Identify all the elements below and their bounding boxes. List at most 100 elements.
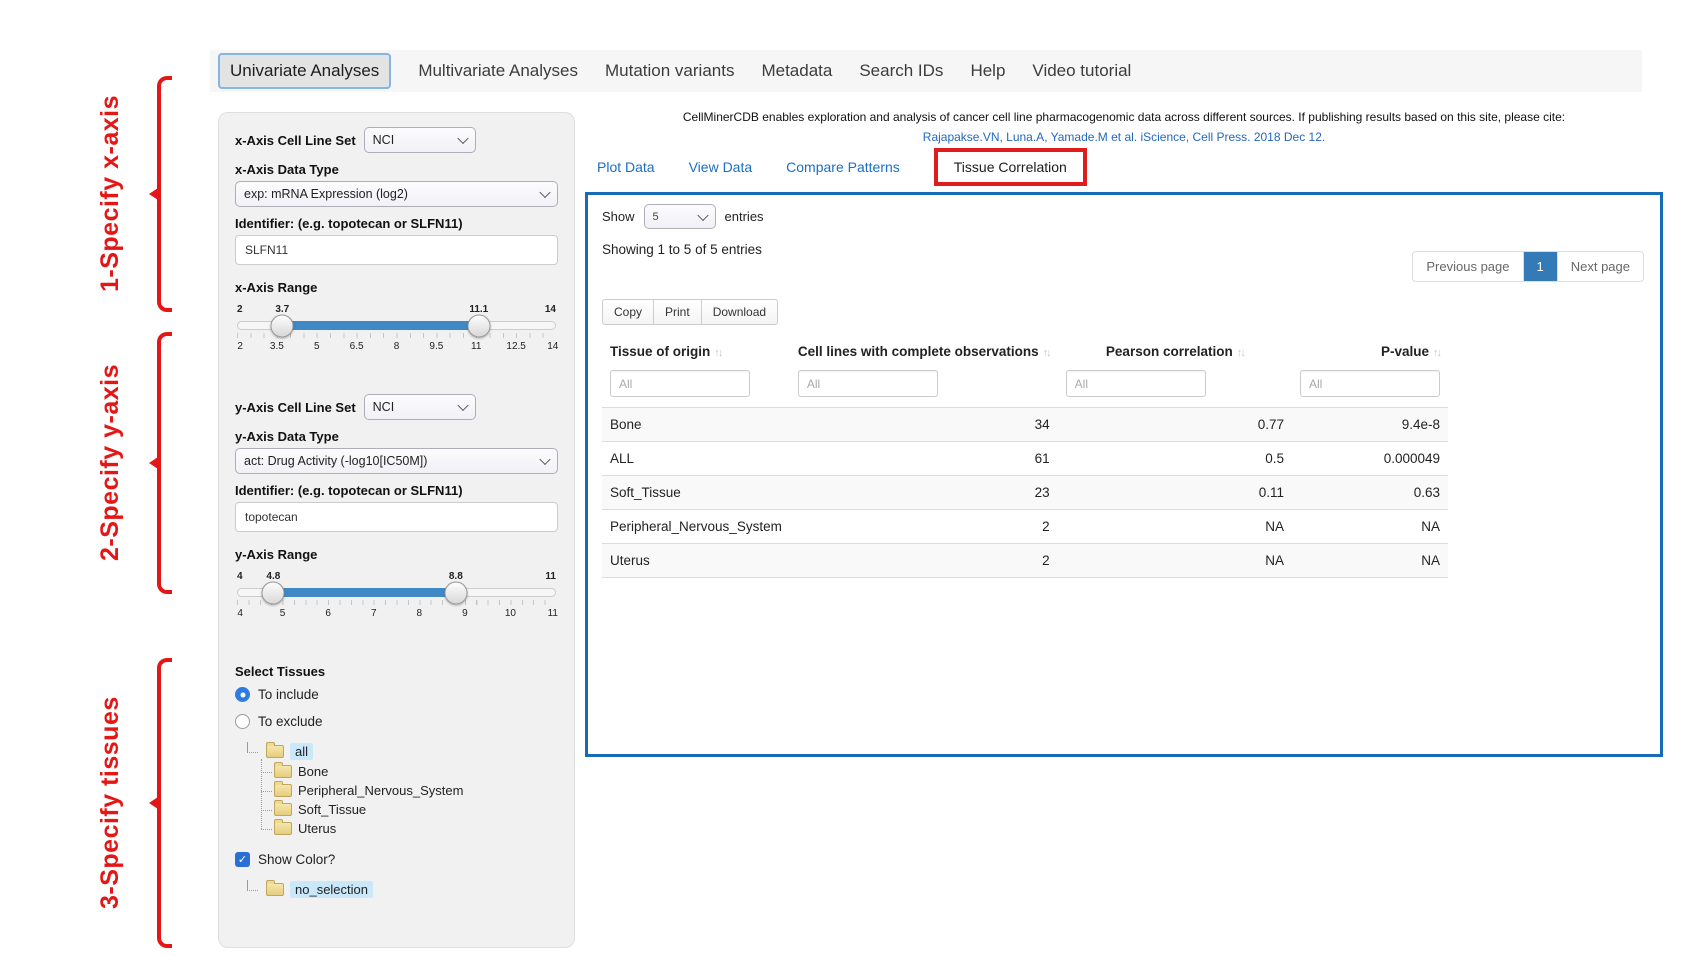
tree-node-soft-tissue[interactable]: Soft_Tissue (274, 800, 558, 819)
tree-node-soft-tissue-label: Soft_Tissue (298, 802, 366, 817)
y-axis-range-slider[interactable]: 4 4.8 8.8 11 4 5 6 7 8 9 10 11 (237, 588, 556, 597)
to-include-option[interactable]: To include (235, 687, 558, 702)
annotation-step2-label: 2-Specify y-axis (96, 332, 136, 594)
col-header-label: Pearson correlation (1106, 344, 1233, 359)
filter-tissue-input[interactable] (610, 370, 750, 397)
col-header-cell-lines[interactable]: Cell lines with complete observations (790, 335, 1058, 368)
x-axis-identifier-label: Identifier: (e.g. topotecan or SLFN11) (235, 216, 558, 231)
citation-link[interactable]: Rajapakse.VN, Luna.A, Yamade.M et al. iS… (585, 130, 1663, 144)
tab-tissue-correlation[interactable]: Tissue Correlation (934, 148, 1087, 186)
slider-ticks (237, 600, 556, 605)
slider-handle-low[interactable] (262, 581, 285, 604)
slider-handle-high[interactable] (467, 314, 490, 337)
y-axis-identifier-input[interactable] (235, 502, 558, 532)
slider-handle-high[interactable] (444, 581, 467, 604)
x-axis-identifier-input[interactable] (235, 235, 558, 265)
table-row[interactable]: Uterus 2 NA NA (602, 544, 1448, 578)
settings-sidebar: x-Axis Cell Line Set NCI x-Axis Data Typ… (218, 112, 575, 948)
y-axis-data-type-select[interactable]: act: Drug Activity (-log10[IC50M]) (235, 448, 558, 474)
page-1-button[interactable]: 1 (1523, 252, 1557, 281)
tree-node-no-selection[interactable]: no_selection (247, 879, 558, 900)
cell-count: 34 (790, 408, 1058, 442)
tick-label: 14 (547, 341, 558, 352)
cell-pearson: 0.11 (1058, 476, 1292, 510)
tree-node-uterus-label: Uterus (298, 821, 336, 836)
to-exclude-option[interactable]: To exclude (235, 714, 558, 729)
folder-icon (274, 765, 292, 778)
filter-pearson-input[interactable] (1066, 370, 1206, 397)
cell-count: 23 (790, 476, 1058, 510)
x-axis-cell-line-set-select[interactable]: NCI (364, 127, 476, 153)
filter-p-value-input[interactable] (1300, 370, 1440, 397)
tab-plot-data[interactable]: Plot Data (597, 159, 655, 175)
tree-node-bone-label: Bone (298, 764, 328, 779)
slider-handle-low[interactable] (271, 314, 294, 337)
chevron-down-icon (539, 187, 550, 198)
tree-node-all[interactable]: all (247, 741, 558, 762)
tree-node-peripheral-nervous-system[interactable]: Peripheral_Nervous_System (274, 781, 558, 800)
nav-tab-metadata[interactable]: Metadata (761, 61, 832, 81)
tick-label: 11 (548, 608, 558, 619)
entries-count-value: 5 (653, 211, 659, 223)
nav-tab-multivariate-analyses[interactable]: Multivariate Analyses (418, 61, 578, 81)
tick-label: 6.5 (350, 341, 364, 352)
col-header-pearson-correlation[interactable]: Pearson correlation (1058, 335, 1292, 368)
table-row[interactable]: Peripheral_Nervous_System 2 NA NA (602, 510, 1448, 544)
selection-tree: no_selection (247, 879, 558, 900)
folder-icon (266, 745, 284, 758)
nav-tab-mutation-variants[interactable]: Mutation variants (605, 61, 734, 81)
sort-icon[interactable] (1433, 347, 1440, 359)
tree-node-bone[interactable]: Bone (274, 762, 558, 781)
radio-unchecked-icon[interactable] (235, 714, 250, 729)
annotation-step1-brace (157, 76, 172, 312)
nav-tab-help[interactable]: Help (970, 61, 1005, 81)
x-axis-data-type-label: x-Axis Data Type (235, 162, 558, 177)
nav-tab-search-ids[interactable]: Search IDs (859, 61, 943, 81)
nav-tab-univariate-analyses[interactable]: Univariate Analyses (218, 53, 391, 89)
previous-page-button[interactable]: Previous page (1413, 252, 1522, 281)
tree-connector (247, 742, 258, 753)
annotation-step3-label: 3-Specify tissues (96, 658, 136, 948)
table-row[interactable]: Soft_Tissue 23 0.11 0.63 (602, 476, 1448, 510)
tick-label: 12.5 (506, 341, 525, 352)
filter-cell-lines-input[interactable] (798, 370, 938, 397)
print-button[interactable]: Print (653, 299, 702, 325)
sort-icon[interactable] (1237, 347, 1244, 359)
checkbox-checked-icon[interactable]: ✓ (235, 852, 250, 867)
table-row[interactable]: Bone 34 0.77 9.4e-8 (602, 408, 1448, 442)
col-header-label: Cell lines with complete observations (798, 344, 1039, 359)
slider-fill (273, 588, 455, 597)
show-color-option[interactable]: ✓ Show Color? (235, 852, 558, 867)
x-axis-cell-line-set-value: NCI (373, 133, 395, 147)
folder-icon (274, 784, 292, 797)
tab-compare-patterns[interactable]: Compare Patterns (786, 159, 900, 175)
export-button-group: Copy Print Download (602, 299, 778, 325)
cell-tissue: Bone (602, 408, 790, 442)
x-range-min-label: 2 (237, 304, 243, 315)
col-header-tissue-of-origin[interactable]: Tissue of origin (602, 335, 790, 368)
tab-view-data[interactable]: View Data (689, 159, 753, 175)
next-page-button[interactable]: Next page (1557, 252, 1643, 281)
col-header-p-value[interactable]: P-value (1292, 335, 1448, 368)
tree-node-uterus[interactable]: Uterus (274, 819, 558, 838)
entries-count-select[interactable]: 5 (644, 204, 716, 229)
col-header-label: P-value (1381, 344, 1429, 359)
cell-p-value: NA (1292, 510, 1448, 544)
nav-tab-video-tutorial[interactable]: Video tutorial (1032, 61, 1131, 81)
to-exclude-label: To exclude (258, 714, 323, 729)
tick-label: 2 (237, 341, 243, 352)
annotation-step3-brace (157, 658, 172, 948)
chevron-down-icon (457, 400, 468, 411)
x-axis-data-type-select[interactable]: exp: mRNA Expression (log2) (235, 181, 558, 207)
to-include-label: To include (258, 687, 319, 702)
download-button[interactable]: Download (701, 299, 778, 325)
sort-icon[interactable] (714, 347, 721, 359)
table-row[interactable]: ALL 61 0.5 0.000049 (602, 442, 1448, 476)
sort-icon[interactable] (1043, 347, 1050, 359)
y-axis-cell-line-set-select[interactable]: NCI (364, 394, 476, 420)
copy-button[interactable]: Copy (602, 299, 654, 325)
folder-icon (266, 883, 284, 896)
folder-icon (274, 822, 292, 835)
radio-checked-icon[interactable] (235, 687, 250, 702)
x-axis-range-slider[interactable]: 2 3.7 11.1 14 2 3.5 5 6.5 8 9.5 11 12.5 … (237, 321, 556, 330)
